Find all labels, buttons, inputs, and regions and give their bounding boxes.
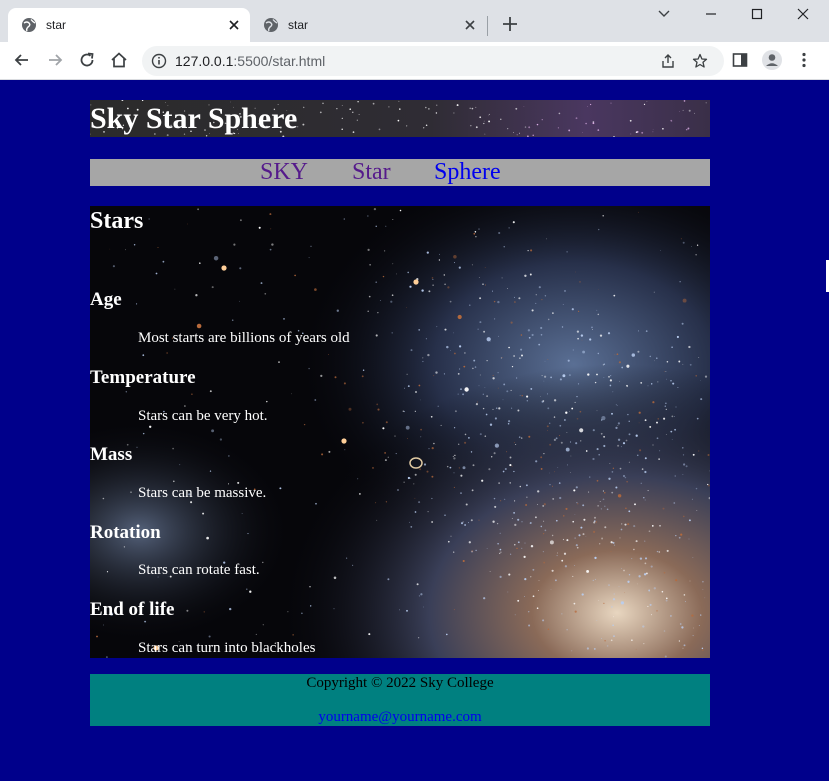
minimize-icon[interactable] (699, 4, 723, 24)
close-window-icon[interactable] (791, 4, 815, 24)
new-tab-plus-icon[interactable] (500, 14, 520, 34)
site-title: Sky Star Sphere (90, 102, 298, 135)
tab-title: star (288, 18, 309, 32)
home-icon[interactable] (109, 50, 129, 70)
side-panel-icon[interactable] (731, 51, 749, 69)
forward-arrow-icon[interactable] (45, 50, 65, 70)
section-title-temperature: Temperature (90, 367, 196, 388)
tab-search-chevron-icon[interactable] (652, 4, 676, 24)
url-host: 127.0.0.1 (175, 53, 234, 69)
section-text-rotation: Stars can rotate fast. (138, 562, 260, 578)
site-footer: Copyright © 2022 Sky College yourname@yo… (90, 674, 710, 726)
email-link[interactable]: yourname@yourname.com (90, 708, 710, 727)
menu-dots-icon[interactable] (795, 51, 813, 69)
section-text-end-of-life: Stars can turn into blackholes (138, 640, 316, 656)
nav-link-sky[interactable]: SKY (260, 159, 308, 186)
browser-tab-inactive[interactable]: star (250, 8, 486, 42)
browser-toolbar: 127.0.0.1:5500/star.html (0, 42, 829, 80)
site-header: Sky Star Sphere (90, 100, 710, 137)
profile-avatar-icon[interactable] (761, 49, 783, 71)
copyright-text: Copyright © 2022 Sky College (306, 675, 494, 691)
nav-bar: SKY Star Sphere (90, 159, 710, 186)
stars-content: Stars Age Most starts are billions of ye… (90, 206, 710, 658)
stars-heading: Stars (90, 208, 144, 234)
tab-title: star (46, 18, 67, 32)
section-title-rotation: Rotation (90, 522, 161, 543)
section-title-end-of-life: End of life (90, 599, 175, 620)
reload-icon[interactable] (77, 50, 97, 70)
site-info-icon[interactable] (151, 53, 167, 69)
back-arrow-icon[interactable] (12, 50, 32, 70)
address-bar[interactable]: 127.0.0.1:5500/star.html (142, 46, 724, 76)
browser-tab-bar: star star (0, 0, 829, 42)
section-text-age: Most starts are billions of years old (138, 330, 350, 346)
nav-link-sphere[interactable]: Sphere (434, 159, 501, 186)
url-text: 127.0.0.1:5500/star.html (175, 53, 325, 69)
url-path: :5500/star.html (233, 53, 326, 69)
section-text-mass: Stars can be massive. (138, 485, 267, 501)
section-title-mass: Mass (90, 444, 133, 465)
bookmark-star-icon[interactable] (692, 53, 708, 69)
globe-icon (22, 18, 36, 32)
nav-link-star[interactable]: Star (352, 159, 391, 186)
maximize-icon[interactable] (745, 4, 769, 24)
close-tab-icon[interactable] (462, 17, 478, 33)
browser-tab-active[interactable]: star (8, 8, 250, 42)
close-tab-icon[interactable] (226, 17, 242, 33)
share-icon[interactable] (660, 53, 676, 69)
tab-separator (487, 16, 488, 36)
galaxy-background-image (90, 206, 710, 658)
globe-icon (264, 18, 278, 32)
section-text-temperature: Stars can be very hot. (138, 408, 268, 424)
section-title-age: Age (90, 289, 122, 310)
